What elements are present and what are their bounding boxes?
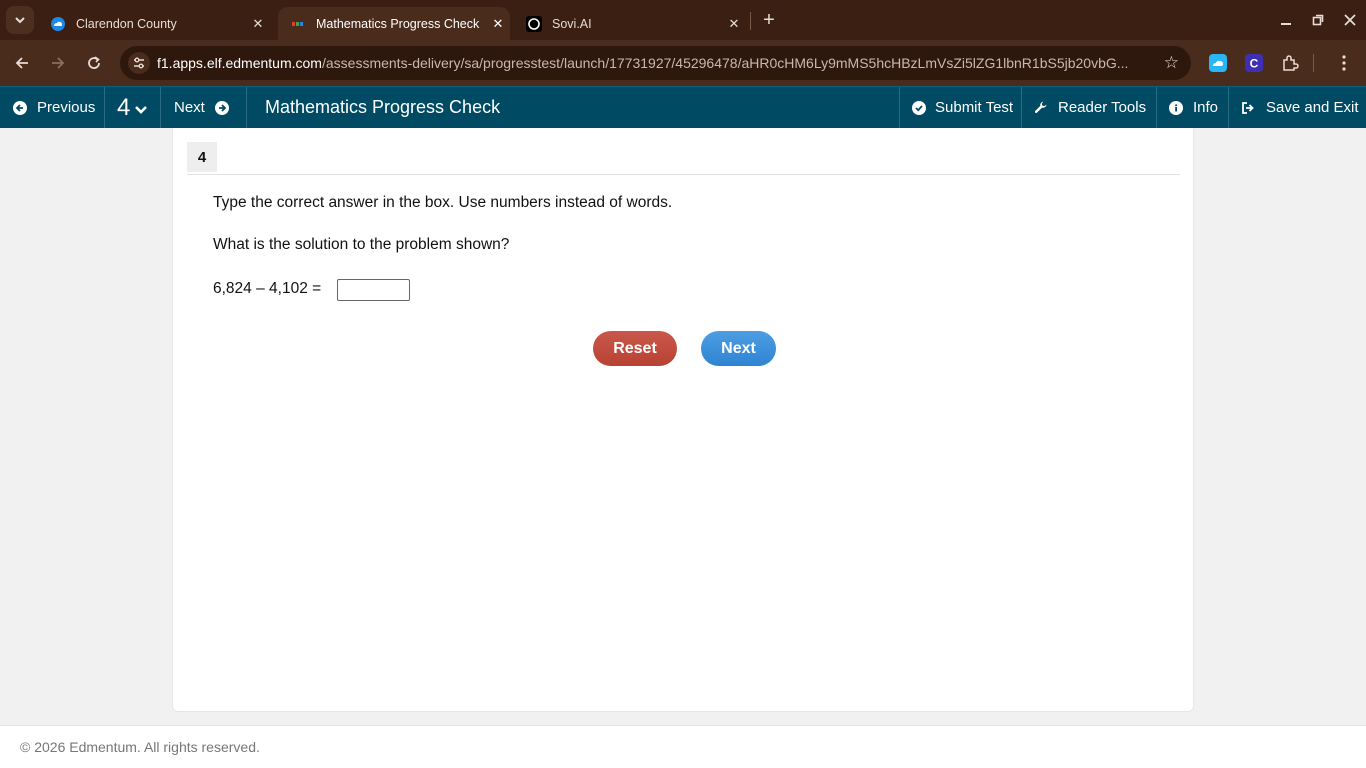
url-path: /assessments-delivery/sa/progresstest/la… xyxy=(321,55,1129,71)
edmentum-icon xyxy=(290,16,306,32)
close-tab-icon[interactable]: ✕ xyxy=(246,16,270,32)
info-label: Info xyxy=(1193,99,1219,116)
reader-tools-button[interactable]: Reader Tools xyxy=(1034,87,1146,128)
tab-clarendon-county[interactable]: Clarendon County ✕ xyxy=(38,7,270,40)
navbar-separator xyxy=(104,87,105,128)
browser-toolbar: f1.apps.elf.edmentum.com/assessments-del… xyxy=(0,40,1366,86)
tab-mathematics-progress-check[interactable]: Mathematics Progress Check ✕ xyxy=(278,7,510,40)
info-button[interactable]: Info xyxy=(1169,87,1218,128)
navbar-separator xyxy=(246,87,247,128)
chevron-down-icon xyxy=(15,17,25,24)
toolbar-separator xyxy=(1313,54,1314,72)
browser-menu-button[interactable] xyxy=(1333,52,1355,74)
submit-test-label: Submit Test xyxy=(935,99,1014,116)
cloud-extension-icon xyxy=(1209,54,1227,72)
tab-sovi-ai[interactable]: Sovi.AI ✕ xyxy=(514,7,746,40)
info-circle-icon xyxy=(1169,100,1183,115)
forward-button[interactable] xyxy=(46,51,70,75)
puzzle-icon xyxy=(1283,55,1299,71)
tab-title: Mathematics Progress Check xyxy=(316,16,480,31)
close-tab-icon[interactable]: ✕ xyxy=(722,16,746,32)
navbar-separator xyxy=(1021,87,1022,128)
extension-cloud-button[interactable] xyxy=(1207,52,1229,74)
question-card: 4 Type the correct answer in the box. Us… xyxy=(172,128,1194,712)
minimize-button[interactable] xyxy=(1274,8,1298,32)
arrow-right-circle-icon xyxy=(214,100,229,115)
url-text[interactable]: f1.apps.elf.edmentum.com/assessments-del… xyxy=(157,55,1149,71)
check-circle-icon xyxy=(912,100,926,115)
back-button[interactable] xyxy=(10,51,34,75)
sovi-icon xyxy=(526,15,542,32)
assessment-navbar: Previous 4 Next Mathematics Progress Che… xyxy=(0,86,1366,128)
question-number: 4 xyxy=(117,93,131,121)
browser-tab-strip: Clarendon County ✕ Mathematics Progress … xyxy=(0,0,1366,40)
wrench-icon xyxy=(1034,101,1047,113)
reader-tools-label: Reader Tools xyxy=(1058,99,1147,116)
equation-text: 6,824 – 4,102 = xyxy=(213,280,322,297)
question-selector[interactable]: 4 xyxy=(117,87,148,128)
close-window-button[interactable] xyxy=(1338,8,1362,32)
chevron-down-icon xyxy=(135,105,148,114)
answer-input[interactable] xyxy=(337,279,410,301)
tab-title: Clarendon County xyxy=(76,16,177,31)
restore-icon xyxy=(1312,14,1324,26)
previous-label: Previous xyxy=(37,99,96,116)
url-host: f1.apps.elf.edmentum.com xyxy=(157,55,322,71)
tab-search-button[interactable] xyxy=(6,6,34,34)
navbar-separator xyxy=(1156,87,1157,128)
divider xyxy=(187,174,1180,175)
cloud-icon xyxy=(50,16,66,32)
next-question-button[interactable]: Next xyxy=(174,87,229,128)
save-and-exit-button[interactable]: Save and Exit xyxy=(1241,87,1359,128)
bookmark-star-icon[interactable]: ☆ xyxy=(1164,53,1179,73)
close-tab-icon[interactable]: ✕ xyxy=(486,16,510,32)
arrow-right-icon xyxy=(52,57,65,69)
next-button[interactable]: Next xyxy=(701,331,776,366)
previous-button[interactable]: Previous xyxy=(13,87,95,128)
site-settings-button[interactable] xyxy=(128,52,150,74)
question-instruction: Type the correct answer in the box. Use … xyxy=(213,194,673,211)
navbar-separator xyxy=(899,87,900,128)
tab-title: Sovi.AI xyxy=(552,16,592,31)
reload-icon xyxy=(88,56,100,69)
reload-button[interactable] xyxy=(82,51,106,75)
kebab-menu-icon xyxy=(1342,55,1346,71)
arrow-left-circle-icon xyxy=(13,100,27,115)
question-number-badge: 4 xyxy=(187,142,217,172)
page-footer: © 2026 Edmentum. All rights reserved. xyxy=(0,725,1366,768)
restore-button[interactable] xyxy=(1306,8,1330,32)
sign-out-icon xyxy=(1242,101,1254,114)
tune-icon xyxy=(134,57,144,69)
navbar-separator xyxy=(160,87,161,128)
c-extension-icon: C xyxy=(1245,54,1263,72)
page-title: Mathematics Progress Check xyxy=(265,97,501,117)
address-bar[interactable]: f1.apps.elf.edmentum.com/assessments-del… xyxy=(120,46,1191,80)
next-label: Next xyxy=(174,99,205,116)
minimize-icon xyxy=(1281,23,1291,25)
navbar-separator xyxy=(1228,87,1229,128)
extensions-button[interactable] xyxy=(1279,52,1301,74)
submit-test-button[interactable]: Submit Test xyxy=(912,87,1013,128)
close-icon xyxy=(1344,14,1356,26)
tab-separator xyxy=(750,12,751,30)
arrow-left-icon xyxy=(15,57,28,69)
svg-text:C: C xyxy=(1250,57,1259,71)
extension-c-button[interactable]: C xyxy=(1243,52,1265,74)
reset-button[interactable]: Reset xyxy=(593,331,677,366)
new-tab-button[interactable]: + xyxy=(757,8,781,32)
copyright-text: © 2026 Edmentum. All rights reserved. xyxy=(20,739,260,755)
question-prompt: What is the solution to the problem show… xyxy=(213,236,510,253)
save-and-exit-label: Save and Exit xyxy=(1266,99,1359,116)
